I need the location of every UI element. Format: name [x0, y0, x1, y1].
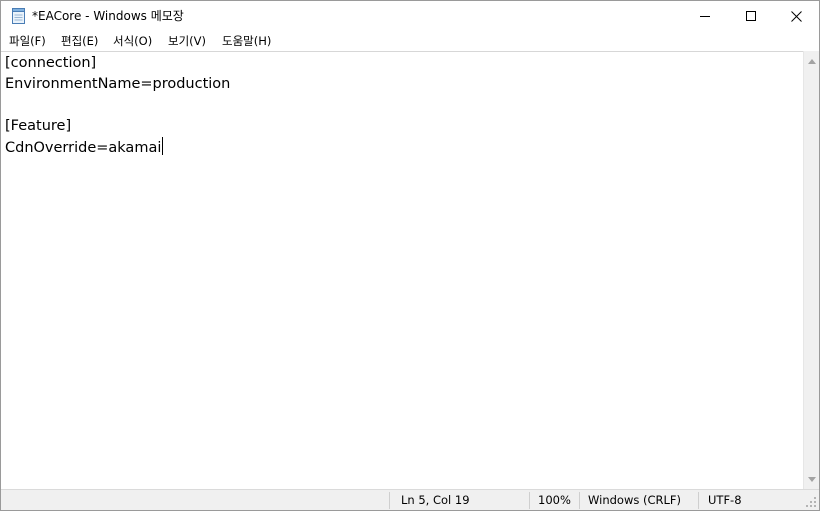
editor-line[interactable]: [Feature] — [5, 116, 230, 137]
menu-format[interactable]: 서식(O) — [112, 33, 153, 49]
status-separator — [529, 492, 530, 509]
status-zoom: 100% — [538, 493, 571, 507]
menu-bar: 파일(F) 편집(E) 서식(O) 보기(V) 도움말(H) — [1, 31, 819, 51]
text-editor[interactable]: [connection] EnvironmentName=production … — [1, 51, 803, 490]
editor-line-text[interactable]: CdnOverride=akamai — [5, 140, 161, 156]
editor-line[interactable]: [connection] — [5, 53, 230, 74]
menu-file[interactable]: 파일(F) — [8, 33, 47, 49]
editor-line-current[interactable]: CdnOverride=akamai — [5, 137, 230, 158]
status-cursor-position: Ln 5, Col 19 — [401, 493, 470, 507]
status-encoding: UTF-8 — [708, 493, 742, 507]
editor-line[interactable] — [5, 95, 230, 116]
editor-text[interactable]: [connection] EnvironmentName=production … — [5, 53, 230, 158]
editor-line[interactable]: EnvironmentName=production — [5, 74, 230, 95]
status-bar: Ln 5, Col 19 100% Windows (CRLF) UTF-8 — [1, 489, 819, 510]
status-separator — [579, 492, 580, 509]
maximize-icon — [746, 11, 756, 21]
window-title: *EACore - Windows 메모장 — [32, 9, 184, 23]
minimize-button[interactable] — [682, 1, 728, 31]
scroll-up-button[interactable] — [804, 53, 819, 69]
resize-grip-icon[interactable] — [805, 496, 817, 508]
menu-help[interactable]: 도움말(H) — [221, 33, 272, 49]
close-button[interactable] — [773, 1, 819, 31]
notepad-icon — [12, 8, 25, 24]
notepad-window: *EACore - Windows 메모장 파일(F) 편집(E) 서식(O) … — [0, 0, 820, 511]
maximize-button[interactable] — [728, 1, 774, 31]
title-bar[interactable]: *EACore - Windows 메모장 — [1, 1, 819, 31]
text-caret — [162, 137, 164, 155]
status-separator — [389, 492, 390, 509]
vertical-scrollbar[interactable] — [803, 51, 819, 489]
scroll-down-icon — [808, 476, 816, 482]
status-separator — [698, 492, 699, 509]
scroll-down-button[interactable] — [804, 471, 819, 487]
menu-edit[interactable]: 편집(E) — [60, 33, 99, 49]
scroll-up-icon — [808, 58, 816, 64]
close-icon — [790, 10, 802, 22]
status-line-ending: Windows (CRLF) — [588, 493, 682, 507]
minimize-icon — [700, 16, 710, 17]
menu-view[interactable]: 보기(V) — [167, 33, 207, 49]
